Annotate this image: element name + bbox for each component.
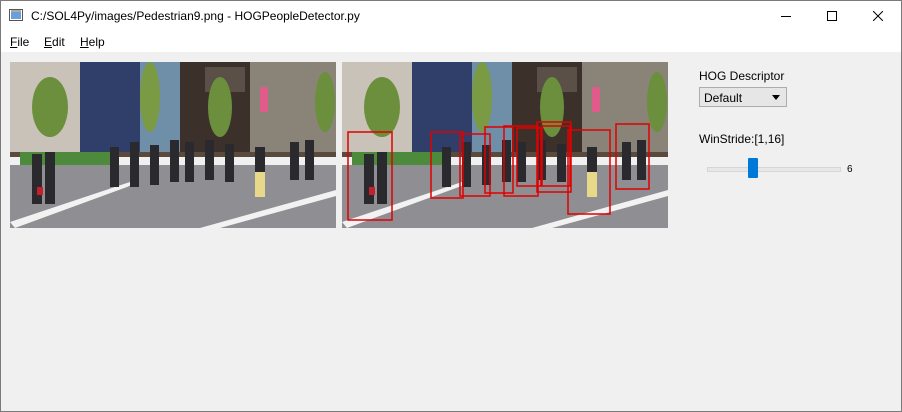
close-button[interactable] <box>855 1 901 31</box>
maximize-button[interactable] <box>809 1 855 31</box>
hog-descriptor-value: Default <box>704 91 743 105</box>
street-photo-with-detections <box>342 62 668 228</box>
menu-edit-accel: E <box>44 35 53 49</box>
slider-track <box>707 167 841 172</box>
winstride-label: WinStride:[1,16] <box>699 132 785 146</box>
slider-handle[interactable] <box>748 158 758 178</box>
menu-help-accel: H <box>80 35 89 49</box>
client-area: HOG Descriptor Default WinStride:[1,16] … <box>1 52 901 411</box>
app-window: C:/SOL4Py/images/Pedestrian9.png - HOGPe… <box>0 0 902 412</box>
menu-edit-label: dit <box>52 35 65 49</box>
detection-image <box>342 62 668 228</box>
minimize-button[interactable] <box>763 1 809 31</box>
street-photo <box>10 62 336 228</box>
title-bar: C:/SOL4Py/images/Pedestrian9.png - HOGPe… <box>1 1 901 31</box>
winstride-value: 6 <box>847 164 853 175</box>
menu-help-label: elp <box>88 35 105 49</box>
menu-help[interactable]: Help <box>80 35 105 49</box>
menu-edit[interactable]: Edit <box>44 35 65 49</box>
minimize-icon <box>781 16 791 17</box>
maximize-icon <box>827 11 837 21</box>
menu-bar: File Edit Help <box>1 31 901 52</box>
original-image <box>10 62 336 228</box>
menu-file-label: ile <box>17 35 30 49</box>
close-icon <box>873 11 883 21</box>
app-icon <box>9 9 23 21</box>
hog-descriptor-label: HOG Descriptor <box>699 69 785 83</box>
menu-file[interactable]: File <box>10 35 29 49</box>
window-title: C:/SOL4Py/images/Pedestrian9.png - HOGPe… <box>31 9 360 23</box>
hog-descriptor-combobox[interactable]: Default <box>699 87 787 107</box>
chevron-down-icon <box>772 95 780 100</box>
winstride-slider[interactable] <box>707 157 841 181</box>
